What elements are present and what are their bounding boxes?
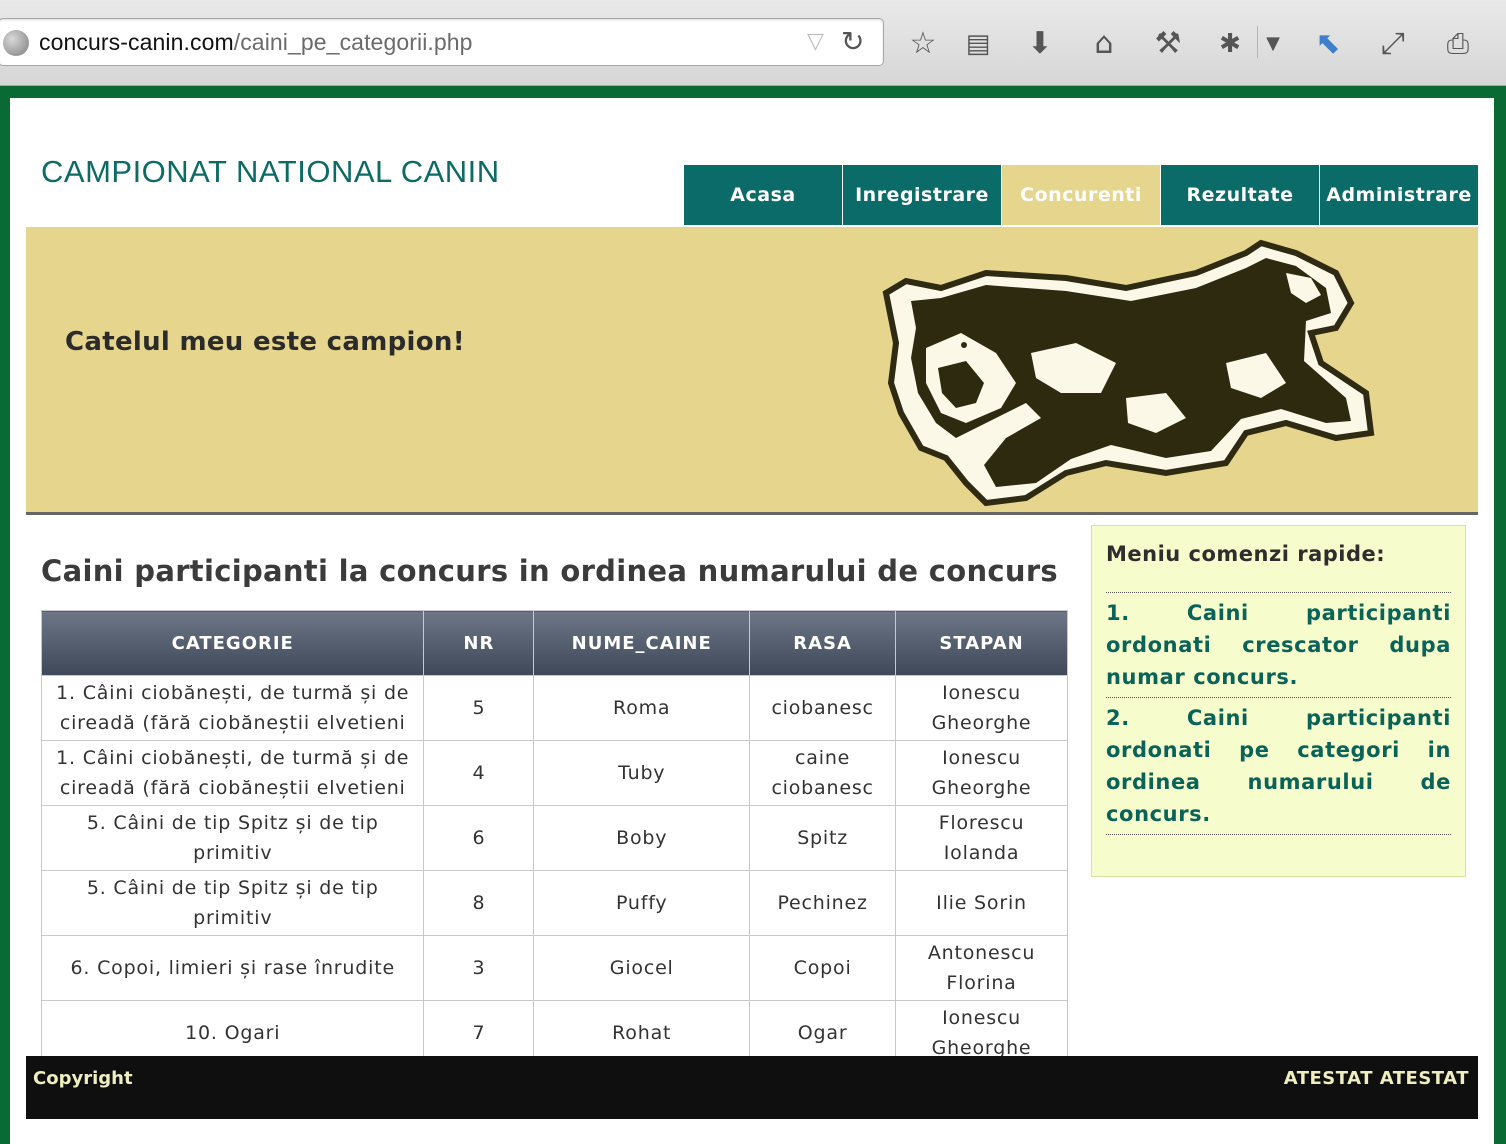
column-header-nr: NR [423,610,535,676]
footer: Copyright ATESTAT ATESTAT [26,1056,1478,1119]
nav-item-concurenti[interactable]: Concurenti [1002,165,1160,225]
print-icon[interactable]: ⎙ [1438,24,1478,64]
dropdown-arrow-icon[interactable]: ▽ [807,29,824,54]
footer-credit: ATESTAT ATESTAT [1283,1068,1469,1089]
table-row: 1. Câini ciobănești, de turmă și de cire… [40,740,1068,806]
table-header-row: CATEGORIE NR NUME_CAINE RASA STAPAN [40,610,1068,676]
table-row: 1. Câini ciobănești, de turmă și de cire… [40,675,1068,741]
cell-stapan: Antonescu Florina [895,935,1068,1001]
cell-categorie: 5. Câini de tip Spitz și de tip primitiv [40,805,425,871]
browser-toolbar: concurs-canin.com/caini_pe_categorii.php… [0,0,1506,86]
header-banner: Catelul meu este campion! [26,227,1478,515]
dog-illustration [882,239,1375,507]
slogan: Catelul meu este campion! [65,327,465,357]
fullscreen-icon[interactable]: ⤢ [1373,24,1413,64]
nav-item-acasa[interactable]: Acasa [684,165,842,225]
cell-nume-caine: Roma [533,675,751,741]
cell-nume-caine: Puffy [533,870,751,936]
sidebar-link-by-category[interactable]: 2. Caini participanti ordonati pe catego… [1106,698,1451,835]
cell-categorie: 5. Câini de tip Spitz și de tip primitiv [40,870,425,936]
reload-icon[interactable]: ↻ [841,25,864,58]
address-bar[interactable]: concurs-canin.com/caini_pe_categorii.php… [0,18,884,66]
url-domain: concurs-canin.com [39,29,234,55]
column-header-stapan: STAPAN [895,610,1068,676]
url-text[interactable]: concurs-canin.com/caini_pe_categorii.php [39,29,473,56]
bookmarks-list-icon[interactable]: ▤ [958,24,998,64]
sidebar-title: Meniu comenzi rapide: [1106,542,1451,593]
download-icon[interactable]: ⬇ [1020,24,1060,64]
cell-rasa: Copoi [749,935,897,1001]
cell-rasa: Pechinez [749,870,897,936]
column-header-rasa: RASA [749,610,897,676]
quick-menu-sidebar: Meniu comenzi rapide: 1. Caini participa… [1091,525,1466,877]
cell-categorie: 1. Câini ciobănești, de turmă și de cire… [40,675,425,741]
cell-categorie: 6. Copoi, limieri și rase înrudite [40,935,425,1001]
url-path: /caini_pe_categorii.php [233,29,473,55]
cell-nr: 8 [423,870,535,936]
cell-nume-caine: Boby [533,805,751,871]
cell-nume-caine: Giocel [533,935,751,1001]
cell-nume-caine: Tuby [533,740,751,806]
cell-nr: 5 [423,675,535,741]
bug-icon[interactable]: ✱ [1210,24,1250,64]
home-icon[interactable]: ⌂ [1084,24,1124,64]
globe-icon [3,30,29,56]
table-row: 5. Câini de tip Spitz și de tip primitiv… [40,805,1068,871]
cell-stapan: Florescu Iolanda [895,805,1068,871]
wrench-icon[interactable]: ⚒ [1148,24,1188,64]
cell-nr: 4 [423,740,535,806]
sidebar-link-ordered-by-number[interactable]: 1. Caini participanti ordonati crescator… [1106,593,1451,698]
page-heading: Caini participanti la concurs in ordinea… [41,554,1058,588]
footer-copyright: Copyright [33,1068,133,1089]
cell-stapan: Ilie Sorin [895,870,1068,936]
cursor-inspect-icon[interactable]: ⬉ [1308,24,1348,64]
column-header-categorie: CATEGORIE [40,610,425,676]
cell-nr: 6 [423,805,535,871]
page-container: CAMPIONAT NATIONAL CANIN Acasa Inregistr… [10,98,1494,1144]
dogs-table: CATEGORIE NR NUME_CAINE RASA STAPAN 1. C… [40,610,1068,1066]
main-nav: Acasa Inregistrare Concurenti Rezultate … [684,165,1479,225]
nav-item-inregistrare[interactable]: Inregistrare [843,165,1001,225]
cell-rasa: ciobanesc [749,675,897,741]
cell-categorie: 1. Câini ciobănești, de turmă și de cire… [40,740,425,806]
site-title: CAMPIONAT NATIONAL CANIN [41,154,500,189]
cell-nr: 3 [423,935,535,1001]
table-row: 5. Câini de tip Spitz și de tip primitiv… [40,870,1068,936]
cell-rasa: Spitz [749,805,897,871]
table-row: 6. Copoi, limieri și rase înrudite 3 Gio… [40,935,1068,1001]
cell-stapan: Ionescu Gheorghe [895,675,1068,741]
cell-rasa: caine ciobanesc [749,740,897,806]
bookmark-star-icon[interactable]: ☆ [903,24,943,64]
nav-item-rezultate[interactable]: Rezultate [1161,165,1319,225]
chevron-down-icon[interactable]: ▼ [1258,24,1288,64]
cell-stapan: Ionescu Gheorghe [895,740,1068,806]
column-header-nume-caine: NUME_CAINE [533,610,751,676]
nav-item-administrare[interactable]: Administrare [1320,165,1478,225]
